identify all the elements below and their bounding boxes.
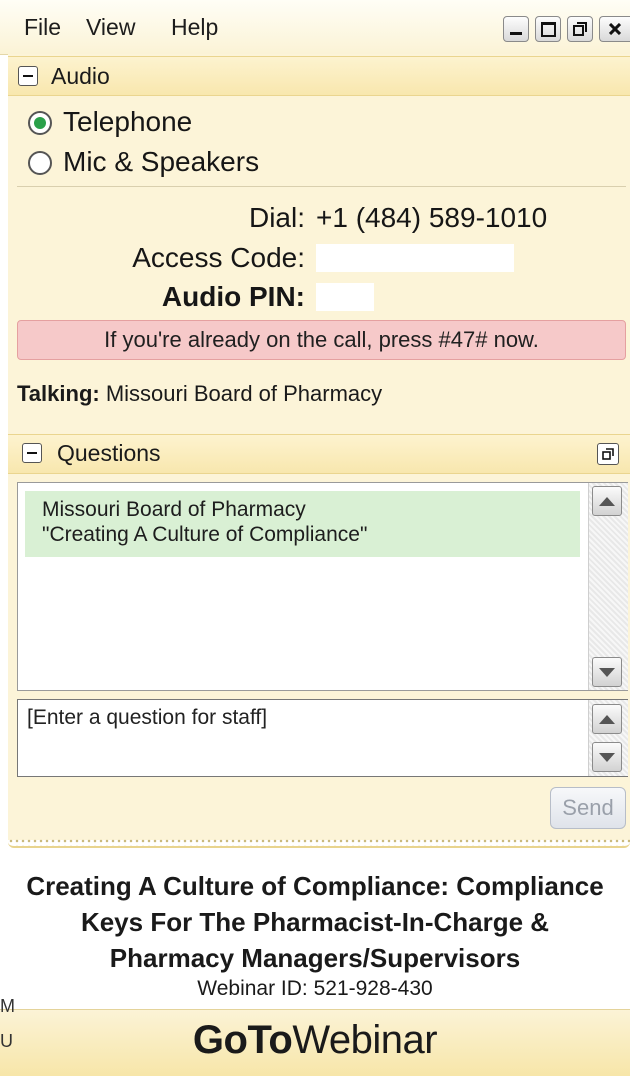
maximize-button[interactable] xyxy=(535,16,561,42)
menu-help[interactable]: Help xyxy=(171,14,218,41)
webinar-title-line2: Keys For The Pharmacist-In-Charge & xyxy=(80,907,550,937)
webinar-id: Webinar ID: 521-928-430 xyxy=(197,977,433,1000)
audio-panel-title: Audio xyxy=(51,63,110,89)
talking-value: Missouri Board of Pharmacy xyxy=(105,381,383,406)
radio-telephone-label[interactable]: Telephone xyxy=(63,106,192,138)
webinar-title-line1: Creating A Culture of Compliance: Compli… xyxy=(26,871,604,901)
maximize-icon xyxy=(540,21,556,37)
message-sender: Missouri Board of Pharmacy xyxy=(42,498,306,521)
popout-icon xyxy=(602,448,614,460)
message-text: "Creating A Culture of Compliance" xyxy=(42,523,368,546)
question-input-placeholder[interactable]: [Enter a question for staff] xyxy=(27,706,267,730)
scroll-up-button[interactable] xyxy=(592,486,622,516)
talking-status: Talking: Missouri Board of Pharmacy xyxy=(17,381,382,407)
send-button[interactable]: Send xyxy=(550,787,626,829)
restore-button[interactable] xyxy=(567,16,593,42)
minimize-button[interactable] xyxy=(503,16,529,42)
arrow-down-icon xyxy=(599,667,615,677)
scroll-down-button[interactable] xyxy=(592,657,622,687)
audio-collapse-button[interactable] xyxy=(18,66,38,86)
input-scroll-down-button[interactable] xyxy=(592,742,622,772)
gotowebinar-logo: GoToWebinar xyxy=(192,1018,438,1062)
questions-panel-title: Questions xyxy=(57,440,161,466)
edge-text-fragment: U xyxy=(0,1031,13,1051)
close-icon xyxy=(609,23,621,35)
radio-telephone[interactable] xyxy=(28,111,52,135)
input-scroll-up-button[interactable] xyxy=(592,704,622,734)
radio-mic-speakers[interactable] xyxy=(28,151,52,175)
dial-number: +1 (484) 589-1010 xyxy=(316,202,548,233)
panel-bottom-edge xyxy=(8,838,630,848)
webinar-title-line3: Pharmacy Managers/Supervisors xyxy=(109,943,521,973)
dial-label: Dial: xyxy=(248,202,305,233)
close-button[interactable] xyxy=(599,16,630,42)
talking-label: Talking: xyxy=(17,381,100,406)
edge-text-fragment: M xyxy=(0,996,15,1016)
audio-pin-redacted xyxy=(316,283,374,311)
divider xyxy=(17,186,626,187)
arrow-up-icon xyxy=(599,496,615,506)
access-code-label: Access Code: xyxy=(132,242,305,273)
restore-icon xyxy=(573,22,587,36)
radio-selected-dot xyxy=(34,117,46,129)
arrow-down-icon xyxy=(599,752,615,762)
audio-pin-label: Audio PIN: xyxy=(161,281,305,312)
radio-mic-speakers-label[interactable]: Mic & Speakers xyxy=(63,146,259,178)
access-code-redacted xyxy=(316,244,514,272)
questions-collapse-button[interactable] xyxy=(22,443,42,463)
arrow-up-icon xyxy=(599,714,615,724)
call-alert: If you're already on the call, press #47… xyxy=(17,320,626,360)
question-message: Missouri Board of Pharmacy "Creating A C… xyxy=(25,491,580,557)
questions-popout-button[interactable] xyxy=(597,443,619,465)
menu-file[interactable]: File xyxy=(24,14,61,41)
minus-icon xyxy=(27,452,37,454)
menu-view[interactable]: View xyxy=(86,14,135,41)
minimize-icon xyxy=(510,32,522,35)
minus-icon xyxy=(23,75,33,77)
webinar-title: Creating A Culture of Compliance: Compli… xyxy=(0,868,630,976)
